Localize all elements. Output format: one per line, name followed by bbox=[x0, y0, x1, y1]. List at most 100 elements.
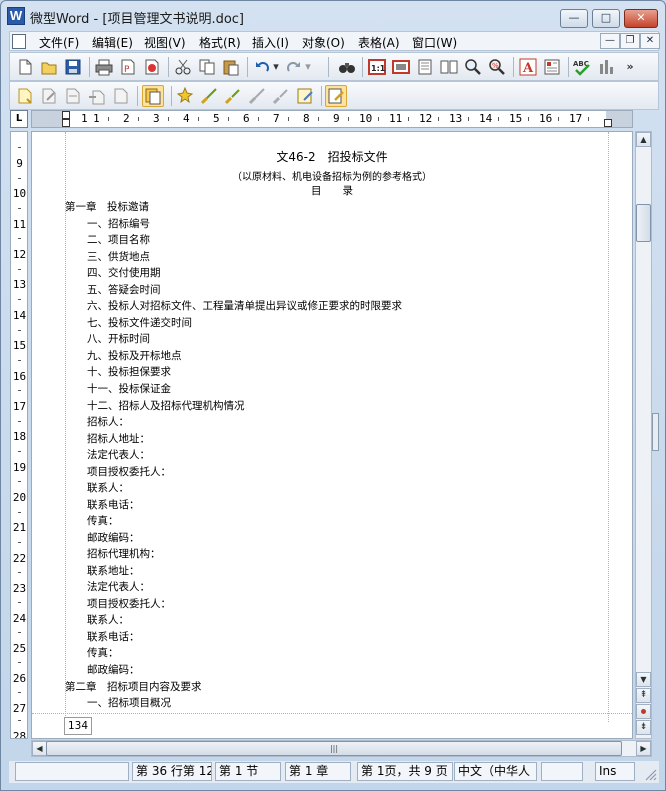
track-comment-icon[interactable] bbox=[64, 87, 82, 105]
track-changes-toggle-icon[interactable] bbox=[142, 85, 164, 107]
toc-line: 四、交付使用期 bbox=[87, 267, 161, 279]
toc-line: 八、开标时间 bbox=[87, 333, 150, 345]
menu-view[interactable]: 视图(V) bbox=[144, 34, 186, 51]
reject-all-icon[interactable] bbox=[248, 87, 266, 105]
track-move-icon[interactable] bbox=[88, 87, 106, 105]
right-indent-marker[interactable] bbox=[604, 119, 612, 127]
edit-note-icon[interactable] bbox=[296, 87, 314, 105]
pane-splitter[interactable] bbox=[652, 413, 659, 451]
ruler-number: 4 bbox=[183, 112, 190, 125]
two-page-view-icon[interactable] bbox=[440, 58, 458, 76]
redo-icon[interactable] bbox=[285, 58, 303, 76]
pdf-icon[interactable] bbox=[143, 58, 161, 76]
resize-grip-icon[interactable] bbox=[643, 767, 657, 781]
vertical-scrollbar[interactable]: ▲ ▼ ⇞ ⇟ bbox=[635, 131, 652, 739]
undo-dropdown-icon[interactable]: ▾ bbox=[271, 58, 281, 76]
document-menu-icon[interactable] bbox=[12, 34, 26, 49]
track-delete-icon[interactable] bbox=[112, 87, 130, 105]
toolbar-separator bbox=[168, 57, 169, 77]
ruler-tick bbox=[558, 117, 559, 121]
zoom-percent-icon[interactable]: % bbox=[488, 58, 506, 76]
clear-markup-icon[interactable] bbox=[272, 87, 290, 105]
doc-restore-button[interactable]: ❐ bbox=[620, 33, 640, 49]
tab-stop-selector[interactable]: L bbox=[10, 110, 28, 128]
vertical-scroll-thumb[interactable] bbox=[636, 204, 651, 242]
page-view-icon[interactable] bbox=[392, 58, 410, 76]
maximize-button[interactable]: □ bbox=[592, 9, 620, 28]
minimize-button[interactable]: — bbox=[560, 9, 588, 28]
toc-line: 一、招标编号 bbox=[87, 218, 150, 230]
undo-icon[interactable] bbox=[253, 58, 271, 76]
menu-format[interactable]: 格式(R) bbox=[199, 34, 241, 51]
toc-line: 十、投标担保要求 bbox=[87, 366, 171, 378]
track-insert-icon[interactable] bbox=[16, 87, 34, 105]
scroll-up-button[interactable]: ▲ bbox=[636, 132, 651, 147]
ruler-number: 1 bbox=[93, 112, 100, 125]
doc-minimize-button[interactable]: — bbox=[600, 33, 620, 49]
title-bar[interactable]: W 微型Word - [项目管理文书说明.doc] — □ ✕ bbox=[1, 1, 665, 31]
vertical-ruler[interactable]: 9 10 11 12 13 14 15 16 17 18 19 20 21 22… bbox=[10, 131, 28, 739]
menu-table[interactable]: 表格(A) bbox=[358, 34, 400, 51]
print-preview-icon[interactable]: P bbox=[119, 58, 137, 76]
close-button[interactable]: ✕ bbox=[624, 9, 658, 28]
document-page[interactable]: 文46-2 招投标文件 （以原材料、机电设备招标为例的参考格式） 目 录 第一章… bbox=[31, 131, 633, 739]
redo-dropdown-icon[interactable]: ▾ bbox=[303, 58, 313, 76]
ruler-tick bbox=[288, 117, 289, 121]
menu-insert[interactable]: 插入(I) bbox=[252, 34, 289, 51]
ruler-number: 12 bbox=[419, 112, 433, 125]
ruler-tick bbox=[18, 662, 21, 663]
spellcheck-icon[interactable]: ABC bbox=[573, 58, 591, 76]
ruler-tick bbox=[18, 451, 21, 452]
word-count-icon[interactable] bbox=[597, 58, 615, 76]
previous-page-button[interactable]: ⇞ bbox=[636, 688, 651, 703]
track-edit-icon[interactable] bbox=[40, 87, 58, 105]
paste-icon[interactable] bbox=[222, 58, 240, 76]
ruler-tick bbox=[18, 720, 21, 721]
ruler-tick bbox=[18, 238, 21, 239]
show-markup-icon[interactable] bbox=[325, 85, 347, 107]
next-page-button[interactable]: ⇟ bbox=[636, 720, 651, 735]
menu-object[interactable]: 对象(O) bbox=[302, 34, 345, 51]
status-language[interactable]: 中文（中华人 bbox=[454, 762, 537, 781]
scroll-right-button[interactable]: ▶ bbox=[636, 741, 651, 756]
ruler-tick bbox=[18, 421, 21, 422]
first-line-indent-marker[interactable] bbox=[62, 111, 70, 119]
status-insert-mode[interactable]: Ins bbox=[595, 762, 635, 781]
scroll-down-button[interactable]: ▼ bbox=[636, 672, 651, 687]
print-icon[interactable] bbox=[95, 58, 113, 76]
copy-icon[interactable] bbox=[198, 58, 216, 76]
menu-window[interactable]: 窗口(W) bbox=[412, 34, 457, 51]
font-color-icon[interactable]: A bbox=[519, 58, 537, 76]
normal-view-icon[interactable] bbox=[416, 58, 434, 76]
toolbar-separator bbox=[89, 57, 90, 77]
accept-change-icon[interactable] bbox=[176, 86, 194, 105]
accept-all-icon[interactable] bbox=[200, 87, 218, 105]
new-document-icon[interactable] bbox=[16, 58, 34, 76]
browse-object-button[interactable] bbox=[636, 704, 651, 719]
scroll-left-button[interactable]: ◀ bbox=[32, 741, 47, 756]
text-box-icon[interactable] bbox=[543, 58, 561, 76]
save-icon[interactable] bbox=[64, 58, 82, 76]
toc-line: 联系人： bbox=[87, 482, 129, 494]
left-indent-marker[interactable] bbox=[62, 119, 70, 127]
find-icon[interactable] bbox=[338, 58, 356, 76]
zoom-icon[interactable] bbox=[464, 58, 482, 76]
ruler-tick bbox=[18, 512, 21, 513]
cut-icon[interactable] bbox=[174, 58, 192, 76]
ruler-number: 6 bbox=[243, 112, 250, 125]
reject-change-icon[interactable] bbox=[224, 87, 242, 105]
ruler-tick bbox=[18, 602, 21, 603]
menu-file[interactable]: 文件(F) bbox=[39, 34, 79, 51]
doc-close-button[interactable]: ✕ bbox=[640, 33, 660, 49]
zoom-1to1-icon[interactable]: 1:1 bbox=[368, 58, 386, 76]
horizontal-scroll-thumb[interactable]: ||| bbox=[46, 741, 622, 756]
menu-edit[interactable]: 编辑(E) bbox=[92, 34, 133, 51]
ruler-tick bbox=[198, 117, 199, 121]
ruler-tick bbox=[378, 117, 379, 121]
toolbar-overflow-icon[interactable]: » bbox=[621, 58, 639, 76]
open-folder-icon[interactable] bbox=[40, 58, 58, 76]
ruler-tick bbox=[318, 117, 319, 121]
horizontal-scrollbar[interactable]: ◀ ||| ▶ bbox=[31, 740, 652, 757]
horizontal-ruler[interactable]: 1 1 2 3 4 5 6 7 8 9 10 11 12 13 14 15 16… bbox=[31, 110, 633, 128]
word-app-icon[interactable]: W bbox=[7, 7, 25, 25]
